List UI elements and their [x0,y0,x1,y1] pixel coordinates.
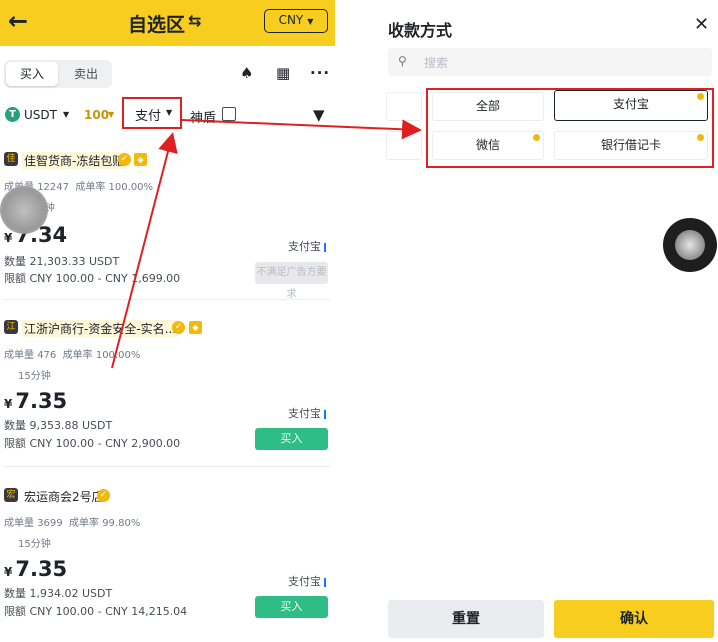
page-title: 自选区 [128,14,186,36]
floating-button[interactable] [663,218,717,272]
tab-buy[interactable]: 买入 [6,62,58,86]
option-ghost [386,131,422,160]
sheet-title: 收款方式 [388,21,453,40]
limit: 限额 CNY 100.00 - CNY 2,900.00 [4,437,181,450]
highlight-box [426,88,714,168]
currency-select[interactable]: CNY ▼ [264,9,328,33]
payment-filter[interactable]: 支付 ▼ [122,97,182,129]
shield-checkbox[interactable] [222,107,236,121]
payment-method: 支付宝 [288,405,326,421]
payment-method: 支付宝 [288,238,326,254]
floating-bubble[interactable] [0,186,48,234]
back-arrow-icon[interactable]: ← [8,8,34,34]
search-placeholder: 搜索 [424,56,449,70]
screenshot-root: ← 自选区 ⇆ CNY ▼ 买入 卖出 ♠ ▦ ··· T USDT ▼ 100 … [0,0,718,642]
price-row: ¥7.35 [4,557,67,581]
merchant-name[interactable]: 宏运商会2号店 [22,488,106,505]
confirm-button[interactable]: 确认 [554,600,714,638]
payment-method: 支付宝 [288,573,326,589]
currency-symbol: ¥ [4,397,13,411]
limit: 限额 CNY 100.00 - CNY 14,215.04 [4,605,188,618]
ineligible-button[interactable]: 不满足广告方要求 [255,262,328,300]
verified-icon: ✓ [97,489,110,502]
divider [4,299,330,300]
avatar: 江 [4,320,18,334]
merchant-name[interactable]: 江浙沪商行-资金安全-实名... [22,320,179,337]
price-row: ¥7.35 [4,389,67,413]
caret-down-icon: ▼ [108,110,115,119]
merchant-badge-icon: ◆ [134,153,147,166]
tab-sell[interactable]: 卖出 [60,62,112,86]
verified-icon: ✓ [172,321,185,334]
search-icon: ⚲ [398,54,407,68]
quantity: 数量 21,303.33 USDT [4,255,120,268]
merchant-name[interactable]: 佳智货商-冻结包赔 [22,152,127,169]
avatar: 佳 [4,152,18,166]
more-icon[interactable]: ··· [310,64,330,82]
caret-down-icon: ▼ [166,108,173,117]
avatar: 宏 [4,488,18,502]
filter-row: T USDT ▼ 100 ▼ 支付 ▼ 神盾 ▼ [0,97,335,130]
reset-button[interactable]: 重置 [388,600,544,638]
price: 7.35 [15,389,68,413]
divider [4,466,330,467]
notification-icon[interactable]: ♠ [240,64,253,82]
caret-down-icon: ▼ [63,110,70,119]
quantity: 数量 1,934.02 USDT [4,587,113,600]
currency-symbol: ¥ [4,565,13,579]
quantity: 数量 9,353.88 USDT [4,419,113,432]
price: 7.35 [15,557,68,581]
currency-symbol: ¥ [4,231,13,245]
usdt-icon: T [5,107,20,122]
trade-stats: 成单量 3699 成单率 99.80% [4,518,141,529]
coin-filter[interactable]: USDT [24,108,57,122]
trade-stats: 成单量 476 成单率 100.00% [4,350,141,361]
limit: 限额 CNY 100.00 - CNY 1,699.00 [4,272,181,285]
merchant-badge-icon: ◆ [189,321,202,334]
buy-button[interactable]: 买入 [255,596,328,618]
currency-label: CNY [278,13,304,27]
buy-sell-tabs: 买入 卖出 [4,60,112,88]
shield-filter-label: 神盾 [190,111,217,126]
payment-filter-label: 支付 [135,109,162,124]
amount-filter[interactable]: 100 [84,108,109,122]
header-bar: ← 自选区 ⇆ CNY ▼ [0,0,335,46]
swap-icon[interactable]: ⇆ [188,11,201,30]
close-icon[interactable]: ✕ [694,14,709,35]
p2p-list-screen: ← 自选区 ⇆ CNY ▼ 买入 卖出 ♠ ▦ ··· T USDT ▼ 100 … [0,0,335,642]
funnel-icon[interactable]: ▼ [313,106,325,124]
pay-time: 15分钟 [18,371,51,382]
buy-button[interactable]: 买入 [255,428,328,450]
pay-time: 15分钟 [18,539,51,550]
order-icon[interactable]: ▦ [276,64,290,82]
verified-icon: ✓ [118,153,131,166]
search-input[interactable]: ⚲ 搜索 [388,48,712,76]
option-ghost [386,92,422,121]
caret-down-icon: ▼ [307,17,314,26]
payment-method-sheet: 收款方式 ✕ ⚲ 搜索 全部 支付宝 微信 银行借记卡 重置 确认 [380,0,718,642]
